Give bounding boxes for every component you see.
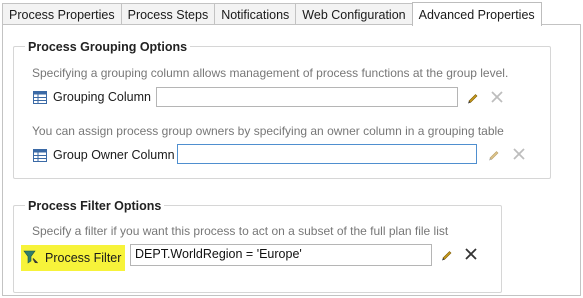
filter-icon bbox=[23, 249, 39, 268]
grouping-column-field[interactable] bbox=[156, 87, 458, 107]
x-icon[interactable] bbox=[463, 246, 479, 262]
process-grouping-title: Process Grouping Options bbox=[25, 40, 191, 54]
table-icon bbox=[33, 148, 47, 162]
process-filter-field[interactable]: DEPT.WorldRegion = 'Europe' bbox=[130, 244, 432, 266]
pencil-icon[interactable] bbox=[465, 90, 481, 106]
pencil-icon[interactable] bbox=[486, 147, 502, 163]
tab-strip: Process Properties Process Steps Notific… bbox=[2, 2, 542, 26]
tab-panel-advanced-properties: Process Grouping Options Specifying a gr… bbox=[2, 24, 581, 296]
pencil-icon[interactable] bbox=[439, 247, 455, 263]
process-filter-title: Process Filter Options bbox=[25, 199, 165, 213]
grouping-column-hint: Specifying a grouping column allows mana… bbox=[32, 66, 509, 80]
tab-advanced-properties[interactable]: Advanced Properties bbox=[411, 2, 542, 26]
group-owner-column-field[interactable] bbox=[177, 144, 477, 164]
group-owner-column-text: Group Owner Column bbox=[53, 148, 175, 162]
group-owner-column-label: Group Owner Column bbox=[33, 146, 175, 164]
tab-process-properties[interactable]: Process Properties bbox=[2, 3, 122, 25]
tab-web-configuration[interactable]: Web Configuration bbox=[295, 3, 413, 25]
tab-process-steps[interactable]: Process Steps bbox=[120, 3, 216, 25]
tab-notifications[interactable]: Notifications bbox=[214, 3, 297, 25]
grouping-column-text: Grouping Column bbox=[53, 90, 151, 104]
process-filter-hint: Specify a filter if you want this proces… bbox=[32, 224, 449, 238]
grouping-column-label: Grouping Column bbox=[33, 88, 151, 106]
process-filter-text: Process Filter bbox=[45, 251, 122, 265]
x-icon[interactable] bbox=[489, 89, 505, 105]
x-icon[interactable] bbox=[511, 146, 527, 162]
process-filter-label: Process Filter bbox=[21, 245, 126, 271]
table-icon bbox=[33, 90, 47, 104]
owner-column-hint: You can assign process group owners by s… bbox=[32, 124, 504, 138]
